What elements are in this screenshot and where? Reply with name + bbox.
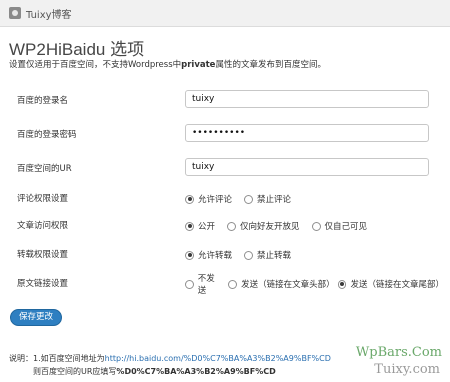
footer-note2-value: %D0%C7%BA%A3%B2%A9%BF%CD: [116, 367, 276, 376]
row-password: 百度的登录密码 ••••••••••: [9, 122, 441, 148]
radio-label: 仅自己可见: [324, 222, 368, 232]
radio-label: 允许评论: [198, 195, 233, 205]
space-url-input[interactable]: tuixy: [185, 158, 429, 176]
link-head-radio[interactable]: 发送（链接在文章头部）: [228, 278, 335, 290]
access-private-radio[interactable]: 仅自己可见: [311, 220, 368, 232]
radio-label: 禁止转载: [257, 251, 292, 261]
password-label: 百度的登录密码: [17, 130, 77, 140]
radio-label: 仅向好友开放见: [240, 222, 300, 232]
radio-button-icon[interactable]: [185, 194, 194, 204]
desc-before: 设置仅适用于百度空间，不支持Wordpress中: [9, 60, 182, 70]
footer-note-1: 说明：1.如百度空间地址为http://hi.baidu.com/%D0%C7%…: [9, 353, 331, 364]
link-tail-radio[interactable]: 发送（链接在文章尾部）: [337, 278, 444, 290]
access-radio-group: 公开 仅向好友开放见 仅自己可见: [185, 213, 379, 239]
radio-button-icon[interactable]: [337, 279, 347, 289]
radio-button-icon[interactable]: [228, 279, 238, 289]
repost-forbid-radio[interactable]: 禁止转载: [244, 249, 291, 261]
radio-label: 公开: [198, 222, 216, 232]
radio-label: 发送（链接在文章尾部）: [350, 280, 444, 290]
site-name-link[interactable]: Tuixy博客: [26, 6, 72, 21]
login-name-label: 百度的登录名: [17, 96, 69, 106]
desc-bold: private: [181, 60, 216, 70]
radio-button-icon[interactable]: [185, 221, 194, 231]
repost-label: 转载权限设置: [17, 250, 69, 260]
access-public-radio[interactable]: 公开: [185, 220, 215, 232]
comment-radio-group: 允许评论 禁止评论: [185, 186, 303, 212]
access-friends-radio[interactable]: 仅向好友开放见: [227, 220, 300, 232]
comment-label: 评论权限设置: [17, 194, 69, 204]
repost-radio-group: 允许转载 禁止转载: [185, 242, 303, 268]
watermark-tuixy: Tuixy.com: [374, 362, 440, 377]
radio-button-icon[interactable]: [311, 221, 321, 231]
link-none-radio[interactable]: 不发送: [185, 272, 222, 296]
radio-button-icon[interactable]: [227, 221, 237, 231]
radio-button-icon[interactable]: [244, 250, 254, 260]
top-bar: Tuixy博客: [0, 0, 450, 27]
footer-note-prefix: 说明：1.如百度空间地址为: [9, 354, 105, 363]
access-label: 文章访问权限: [17, 221, 69, 231]
radio-label: 不发送: [197, 274, 215, 296]
login-name-input[interactable]: tuixy: [185, 90, 429, 108]
page-title: WP2HiBaidu 选项: [9, 40, 145, 59]
footer-example-link[interactable]: http://hi.baidu.com/%D0%C7%BA%A3%B2%A9%B…: [105, 354, 331, 363]
radio-label: 允许转载: [198, 251, 233, 261]
home-icon[interactable]: [9, 7, 21, 19]
row-comment: 评论权限设置 允许评论 禁止评论: [9, 186, 441, 212]
save-button[interactable]: 保存更改: [10, 309, 63, 326]
radio-button-icon[interactable]: [185, 250, 194, 260]
row-access: 文章访问权限 公开 仅向好友开放见 仅自己可见: [9, 213, 441, 239]
row-repost: 转载权限设置 允许转载 禁止转载: [9, 242, 441, 268]
row-space-url: 百度空间的UR tuixy: [9, 156, 441, 182]
comment-allow-radio[interactable]: 允许评论: [185, 193, 232, 205]
link-label: 原文链接设置: [17, 279, 69, 289]
row-login-name: 百度的登录名 tuixy: [9, 88, 441, 114]
watermark-wpbars: WpBars.Com: [355, 345, 442, 360]
desc-after: 属性的文章发布到百度空间。: [215, 60, 326, 70]
radio-label: 禁止评论: [257, 195, 292, 205]
radio-label: 发送（链接在文章头部）: [241, 280, 335, 290]
link-radio-group: 不发送 发送（链接在文章头部） 发送（链接在文章尾部）: [185, 271, 444, 297]
repost-allow-radio[interactable]: 允许转载: [185, 249, 232, 261]
page-description: 设置仅适用于百度空间，不支持Wordpress中private属性的文章发布到百…: [9, 58, 326, 70]
comment-forbid-radio[interactable]: 禁止评论: [244, 193, 291, 205]
radio-button-icon[interactable]: [185, 279, 194, 289]
row-link: 原文链接设置 不发送 发送（链接在文章头部） 发送（链接在文章尾部）: [9, 271, 444, 297]
footer-note2-prefix: 则百度空间的UR应填写: [33, 367, 117, 376]
space-url-label: 百度空间的UR: [17, 164, 72, 174]
password-input[interactable]: ••••••••••: [185, 124, 429, 142]
footer-note-2: 则百度空间的UR应填写%D0%C7%BA%A3%B2%A9%BF%CD: [33, 366, 276, 377]
radio-button-icon[interactable]: [244, 194, 254, 204]
